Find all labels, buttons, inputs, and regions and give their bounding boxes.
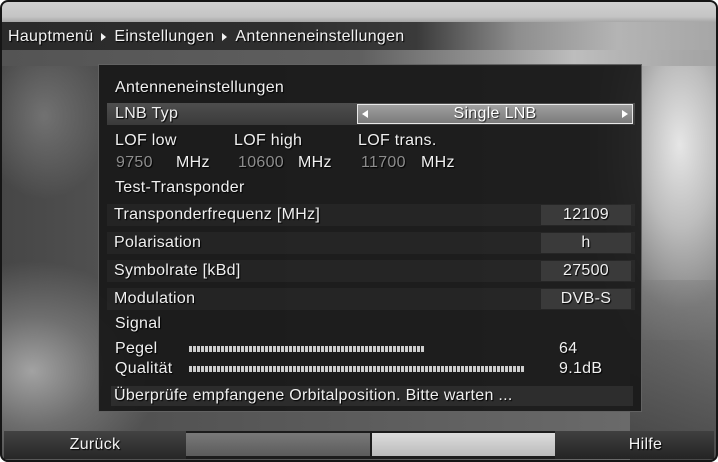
lof-high-label: LOF high bbox=[234, 132, 303, 149]
modulation-row[interactable]: Modulation DVB-S bbox=[107, 288, 635, 310]
lnb-type-label: LNB Typ bbox=[115, 105, 179, 122]
lof-trans-unit: MHz bbox=[421, 154, 455, 171]
lof-high-value: 10600 bbox=[238, 154, 284, 171]
lof-trans-label: LOF trans. bbox=[358, 132, 437, 149]
signal-heading: Signal bbox=[115, 315, 162, 332]
transponder-frequency-row[interactable]: Transponderfrequenz [MHz] 12109 bbox=[107, 204, 635, 226]
modulation-field[interactable]: DVB-S bbox=[541, 289, 631, 309]
lof-low-value: 9750 bbox=[116, 154, 153, 171]
background-shape bbox=[0, 0, 718, 24]
symbol-rate-field[interactable]: 27500 bbox=[541, 261, 631, 281]
panel-title: Antenneneinstellungen bbox=[115, 79, 285, 96]
lof-high-unit: MHz bbox=[298, 154, 332, 171]
transponder-frequency-field[interactable]: 12109 bbox=[541, 205, 631, 225]
signal-quality-bar bbox=[189, 366, 557, 372]
lnb-type-row[interactable]: LNB Typ Single LNB bbox=[107, 103, 635, 125]
arrow-right-icon[interactable] bbox=[622, 110, 628, 118]
chevron-right-icon bbox=[222, 33, 228, 41]
back-button[interactable]: Zurück bbox=[4, 431, 186, 459]
lof-trans-value: 11700 bbox=[361, 154, 406, 171]
help-button-label: Hilfe bbox=[628, 436, 663, 453]
lof-low-label: LOF low bbox=[115, 132, 177, 149]
signal-level-bar-fill bbox=[189, 346, 425, 352]
breadcrumb-item-einstellungen: Einstellungen bbox=[114, 28, 215, 45]
color-button-3[interactable] bbox=[372, 433, 555, 456]
tv-screen: Hauptmenü Einstellungen Antenneneinstell… bbox=[0, 0, 718, 462]
signal-quality-label: Qualität bbox=[115, 360, 173, 377]
lnb-type-value: Single LNB bbox=[453, 105, 537, 122]
signal-quality-value: 9.1dB bbox=[559, 360, 603, 377]
lnb-type-selector[interactable]: Single LNB bbox=[357, 104, 633, 124]
status-message-box: Überprüfe empfangene Orbitalposition. Bi… bbox=[111, 386, 633, 406]
color-button-2[interactable] bbox=[186, 433, 370, 456]
background-shape bbox=[0, 60, 110, 200]
polarisation-row[interactable]: Polarisation h bbox=[107, 232, 635, 254]
breadcrumb: Hauptmenü Einstellungen Antenneneinstell… bbox=[8, 28, 405, 46]
polarisation-label: Polarisation bbox=[114, 234, 202, 251]
modulation-label: Modulation bbox=[114, 290, 196, 307]
lof-low-unit: MHz bbox=[176, 154, 210, 171]
back-button-label: Zurück bbox=[69, 436, 121, 453]
symbol-rate-row[interactable]: Symbolrate [kBd] 27500 bbox=[107, 260, 635, 282]
test-transponder-heading: Test-Transponder bbox=[115, 179, 245, 196]
transponder-frequency-label: Transponderfrequenz [MHz] bbox=[114, 206, 321, 223]
signal-quality-bar-fill bbox=[189, 366, 524, 372]
signal-level-bar bbox=[189, 346, 557, 352]
color-button-bar: Zurück Hilfe bbox=[4, 431, 714, 459]
chevron-right-icon bbox=[101, 33, 107, 41]
breadcrumb-item-hauptmenu: Hauptmenü bbox=[8, 28, 94, 45]
status-message: Überprüfe empfangene Orbitalposition. Bi… bbox=[114, 387, 513, 404]
symbol-rate-label: Symbolrate [kBd] bbox=[114, 262, 241, 279]
help-button[interactable]: Hilfe bbox=[555, 431, 714, 459]
polarisation-field[interactable]: h bbox=[541, 233, 631, 253]
signal-level-label: Pegel bbox=[115, 340, 158, 357]
antenna-settings-panel: Antenneneinstellungen LNB Typ Single LNB… bbox=[98, 64, 642, 412]
breadcrumb-item-antenneneinstellungen: Antenneneinstellungen bbox=[235, 28, 405, 45]
signal-level-value: 64 bbox=[559, 340, 578, 357]
